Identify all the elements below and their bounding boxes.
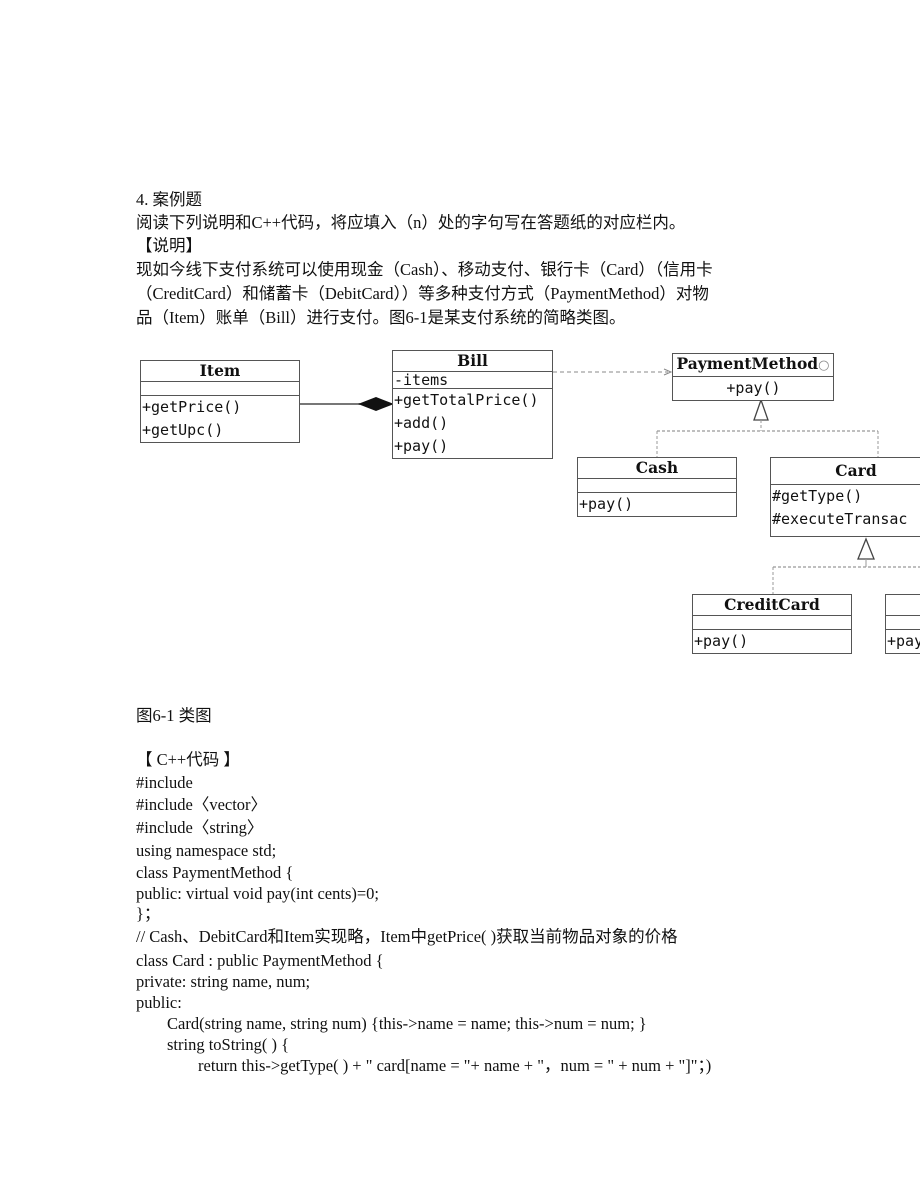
code-line: using namespace std; [136,841,277,860]
operation: +pay() [726,379,781,397]
class-operations: #getType() #executeTransac [771,485,920,531]
generalization-triangle-icon [857,537,875,560]
code-line: #include〈vector〉 [136,795,268,814]
class-attributes [693,616,851,630]
operation: +getTotalPrice() [394,391,539,409]
class-name [886,595,920,616]
code-line: // Cash、DebitCard和Item实现略，Item中getPrice(… [136,927,678,946]
code-line: public: virtual void pay(int cents)=0; [136,884,380,903]
class-operations: +pay [886,630,920,653]
class-attributes [141,382,299,396]
operation: #executeTransac [772,510,908,528]
operation: +getPrice() [142,398,242,416]
class-attributes [578,479,736,493]
class-name: Item [141,361,299,382]
class-operations: +pay() [693,630,851,653]
class-operations: +getPrice() +getUpc() [141,396,299,442]
class-name: CreditCard [693,595,851,616]
operation: +getUpc() [142,421,224,439]
class-card: Card #getType() #executeTransac [770,457,920,537]
class-payment-method: PaymentMethod○ +pay() [672,353,834,401]
class-name: Card [771,458,920,485]
code-heading: 【 C++代码 】 [136,750,240,769]
class-cash: Cash +pay() [577,457,737,517]
code-line: private: string name, num; [136,972,311,991]
figure-caption: 图6-1 类图 [136,706,212,725]
operation: +pay() [394,437,449,455]
attribute: -items [393,372,552,389]
operation: +pay [887,632,920,650]
class-operations: +pay() [578,493,736,516]
code-line: }； [136,904,161,923]
class-bill: Bill -items +getTotalPrice() +add() +pay… [392,350,553,459]
class-debit-card: +pay [885,594,920,654]
class-credit-card: CreditCard +pay() [692,594,852,654]
code-line: class PaymentMethod { [136,863,294,882]
operation: +add() [394,414,449,432]
class-name: Bill [393,351,552,372]
composition-diamond-icon [358,397,394,411]
interface-marker-icon: ○ [818,358,830,373]
code-line: return this->getType( ) + " card[name = … [198,1056,712,1075]
class-operations: +getTotalPrice() +add() +pay() [393,389,552,458]
code-line: string toString( ) { [167,1035,290,1054]
code-line: class Card : public PaymentMethod { [136,951,384,970]
code-line: #include〈string〉 [136,818,264,837]
code-line: public: [136,993,182,1012]
operation: #getType() [772,487,863,505]
realization-triangle-icon [753,398,769,421]
class-item: Item +getPrice() +getUpc() [140,360,300,443]
operation: +pay() [579,495,634,513]
code-line: Card(string name, string num) {this->nam… [167,1014,647,1033]
class-name: PaymentMethod [676,354,819,373]
class-operations: +pay() [673,377,833,400]
code-line: #include [136,773,193,792]
class-name: Cash [578,458,736,479]
class-attributes [886,616,920,630]
operation: +pay() [694,632,749,650]
class-name-row: PaymentMethod○ [673,354,833,377]
